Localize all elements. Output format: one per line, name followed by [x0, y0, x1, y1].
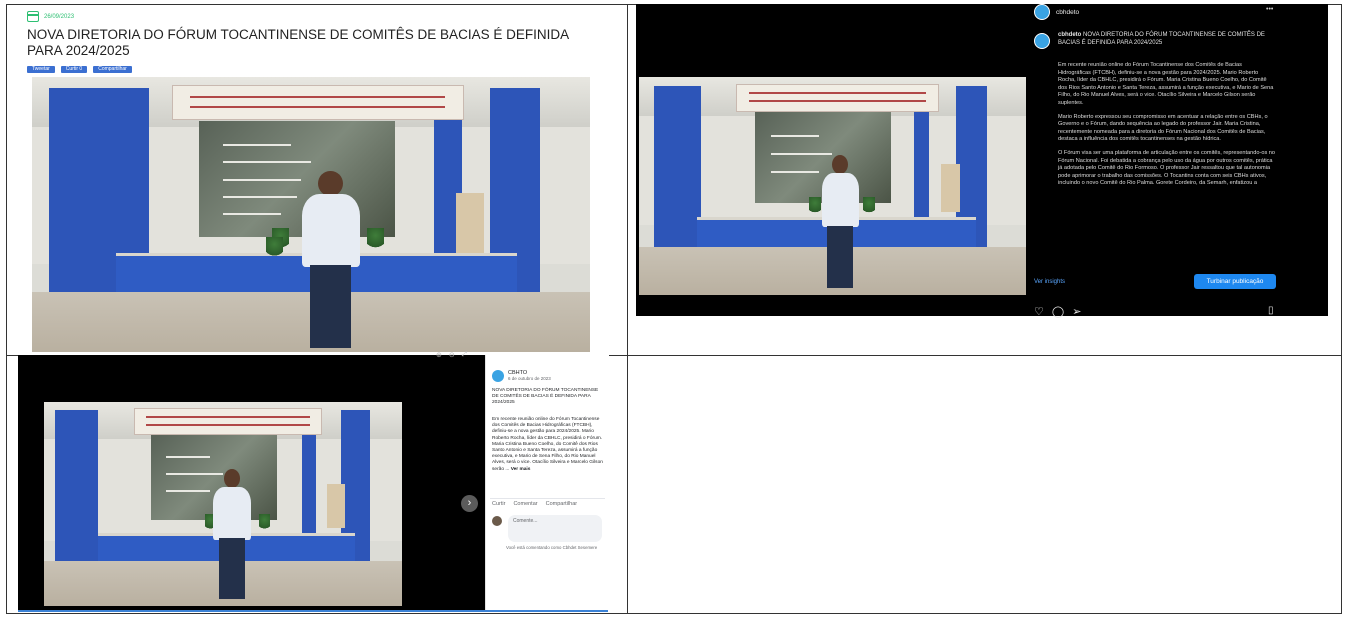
zoom-out-icon[interactable]: ⊖	[449, 351, 455, 359]
like-button[interactable]: Curtir 0	[60, 66, 88, 73]
heart-icon[interactable]: ♡	[1034, 305, 1044, 318]
facebook-photo	[44, 402, 402, 606]
share-action[interactable]: Compartilhar	[546, 501, 577, 507]
zoom-in-icon[interactable]: ⊕	[436, 351, 442, 359]
like-action[interactable]: Curtir	[492, 501, 505, 507]
article-title: NOVA DIRETORIA DO FÓRUM TOCANTINENSE DE …	[27, 27, 569, 58]
insights-link[interactable]: Ver insights	[1034, 279, 1065, 285]
instagram-actions: ♡ ◯ ➢	[1034, 305, 1081, 318]
comment-icon[interactable]: ◯	[1052, 305, 1064, 318]
share-buttons: Tweetar Curtir 0 Compartilhar	[27, 66, 132, 73]
post-text: Em recente reunião online do Fórum Tocan…	[492, 417, 604, 473]
instagram-body: Em recente reunião online do Fórum Tocan…	[1058, 62, 1276, 194]
next-photo-button[interactable]: ›	[461, 495, 478, 512]
article-date: 26/09/2023	[44, 13, 75, 20]
viewer-toolbar: ⊕ ⊖ ⤢	[436, 351, 467, 359]
bookmark-icon[interactable]: ▯	[1268, 305, 1274, 316]
commenter-avatar	[492, 516, 502, 526]
article-photo	[32, 77, 590, 352]
post-time[interactable]: 6 de outubro de 2023	[508, 376, 551, 381]
instagram-username[interactable]: cbhdeto	[1056, 9, 1079, 16]
facebook-bottom-bar	[18, 610, 608, 612]
caption-username[interactable]: cbhdeto	[1058, 32, 1081, 38]
article-date-row: 26/09/2023	[27, 11, 74, 22]
send-icon[interactable]: ➢	[1072, 305, 1081, 318]
facebook-post-header: CBHTO 6 de outubro de 2023	[492, 370, 551, 382]
body-paragraph: O Fórum visa ser uma plataforma de artic…	[1058, 149, 1276, 187]
see-more-link[interactable]: Ver mais	[511, 467, 531, 472]
caption-title: NOVA DIRETORIA DO FÓRUM TOCANTINENSE DE …	[1058, 32, 1265, 46]
share-button[interactable]: Compartilhar	[93, 66, 132, 73]
boost-button[interactable]: Turbinar publicação	[1194, 274, 1276, 289]
body-paragraph: Em recente reunião online do Fórum Tocan…	[1058, 62, 1274, 106]
fullscreen-icon[interactable]: ⤢	[462, 351, 468, 359]
commenting-as-notice: Você está comentando como Cbhdet Sesemer…	[506, 545, 598, 550]
column-divider	[627, 5, 628, 613]
instagram-caption-avatar-row	[1034, 33, 1050, 49]
comment-action[interactable]: Comentar	[513, 501, 537, 507]
instagram-header: cbhdeto	[1034, 4, 1079, 20]
instagram-avatar[interactable]	[1034, 4, 1050, 20]
instagram-caption: cbhdeto NOVA DIRETORIA DO FÓRUM TOCANTIN…	[1058, 31, 1268, 47]
instagram-post-panel: cbhdeto ••• cbhdeto NOVA DIRETORIA DO FÓ…	[1026, 4, 1289, 318]
post-body: Em recente reunião online do Fórum Tocan…	[492, 417, 603, 472]
tweet-button[interactable]: Tweetar	[27, 66, 55, 73]
post-title: NOVA DIRETORIA DO FÓRUM TOCANTINENSE DE …	[492, 388, 599, 406]
body-paragraph: Mario Roberto expressou seu compromisso …	[1058, 113, 1268, 143]
page-avatar[interactable]	[492, 370, 504, 382]
actions-divider	[490, 498, 605, 499]
comment-input[interactable]: Comente...	[508, 515, 602, 542]
post-actions: Curtir Comentar Compartilhar	[492, 501, 577, 507]
calendar-icon	[27, 11, 39, 22]
more-options-icon[interactable]: •••	[1266, 6, 1273, 13]
facebook-viewer	[18, 355, 485, 610]
facebook-post-panel: CBHTO 6 de outubro de 2023 NOVA DIRETORI…	[485, 355, 609, 610]
instagram-photo	[639, 77, 1026, 295]
caption-avatar[interactable]	[1034, 33, 1050, 49]
